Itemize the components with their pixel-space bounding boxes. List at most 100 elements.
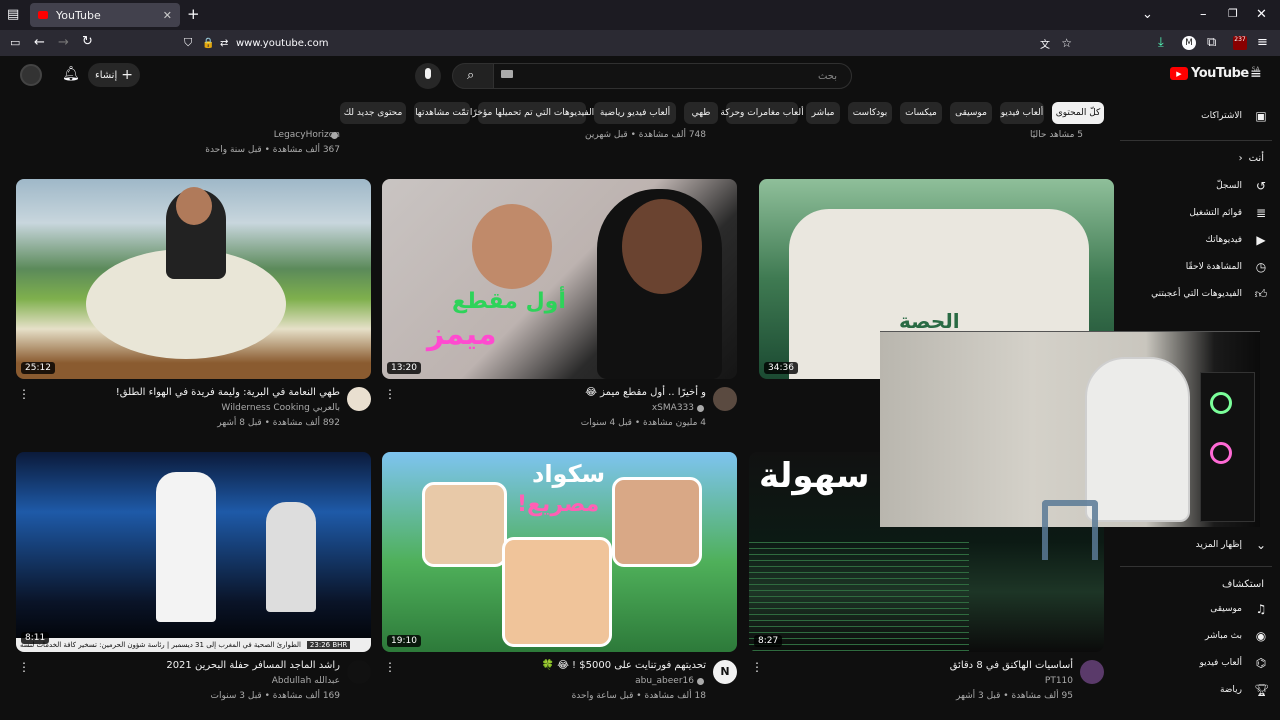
yt-logo-region: SA xyxy=(1251,66,1260,73)
search-button[interactable]: ⌕ xyxy=(452,63,494,89)
back-arrow-icon[interactable]: ← xyxy=(34,36,45,49)
video-channel-4[interactable]: Abdullah عبدالله xyxy=(272,676,340,686)
filter-chip-6[interactable]: مباشر xyxy=(806,102,840,124)
window-minimize-icon[interactable]: – xyxy=(1200,8,1207,21)
sidebar-item-label: رياضة xyxy=(1219,685,1242,695)
video-title-2[interactable]: و أخيرًا .. أول مقطع ميمز 😂 xyxy=(585,387,706,398)
url-text: www.youtube.com xyxy=(236,37,329,49)
sidebar-item-subscriptions[interactable]: الاشتراكات ▣ xyxy=(1128,104,1268,128)
channel-avatar-6[interactable] xyxy=(1080,660,1104,684)
filter-chip-1[interactable]: كلّ المحتوى xyxy=(1052,102,1104,124)
sidebar-item-explore-3[interactable]: ألعاب فيديو ⌬ xyxy=(1128,651,1268,675)
channel-avatar-1[interactable] xyxy=(347,387,371,411)
video-channel-5[interactable]: abu_abeer16 xyxy=(635,676,694,686)
sidebar-item-you-2[interactable]: قوائم التشغيل ≣ xyxy=(1128,201,1268,225)
sidebar-item-label: فيديوهاتك xyxy=(1205,235,1242,245)
url-bar[interactable]: ⛉ 🔒 ⇄ www.youtube.com 文 ☆ xyxy=(176,33,1086,53)
search-input[interactable]: بحث xyxy=(492,63,852,89)
video-channel-2[interactable]: xSMA333 xyxy=(652,403,694,413)
yt-logo-play-icon: ▶ xyxy=(1170,67,1188,80)
profile-icon[interactable]: M xyxy=(1182,36,1196,50)
forward-arrow-icon[interactable]: → xyxy=(58,36,69,49)
video-channel-1[interactable]: Wilderness Cooking بالعربي xyxy=(221,403,340,413)
show-more-button[interactable]: إظهار المزيد ⌄ xyxy=(1128,533,1268,557)
news-ticker: 23:26 BHR الطوارئ الصحية في المغرب إلى 3… xyxy=(16,638,371,652)
sidebar-item-you-1[interactable]: السجلّ ↺ xyxy=(1128,174,1268,198)
video-menu-icon-1[interactable]: ⋮ xyxy=(18,387,30,401)
yt-logo[interactable]: ▶ YouTube SA xyxy=(1170,66,1260,81)
video-thumbnail-1[interactable]: 25:12 xyxy=(16,179,371,379)
extensions-icon[interactable]: ⧉ xyxy=(1207,36,1216,49)
window-restore-icon[interactable]: ❐ xyxy=(1228,8,1238,19)
video-menu-icon-6[interactable]: ⋮ xyxy=(751,660,763,674)
video-thumbnail-5[interactable]: سكواد مصريع! 19:10 xyxy=(382,452,737,652)
sidebar-divider xyxy=(1120,140,1272,141)
filter-chip-4[interactable]: ميكسات xyxy=(900,102,942,124)
video-thumbnail-2[interactable]: أول مقطع ميمز 13:20 xyxy=(382,179,737,379)
keyboard-icon[interactable] xyxy=(501,70,513,78)
sidebar-item-you-5[interactable]: الفيديوهات التي أعجبتني 👍︎ xyxy=(1128,282,1268,306)
voice-search-button[interactable] xyxy=(415,63,441,89)
video-title-5[interactable]: تحديتهم فورتنايت على 5000$ ! 😂 🍀 xyxy=(542,660,706,671)
app-menu-icon[interactable]: ≡ xyxy=(1257,36,1268,49)
video-menu-icon-5[interactable]: ⋮ xyxy=(384,660,396,674)
video-meta-4: 169 ألف مشاهدة • قبل 3 سنوات xyxy=(210,691,340,701)
bookmark-star-icon[interactable]: ☆ xyxy=(1061,36,1072,50)
fan-light xyxy=(1210,392,1232,414)
sidebar-section-you[interactable]: › أنت xyxy=(1228,153,1264,164)
prev-row-meta-2: 748 ألف مشاهدة • قبل شهرين xyxy=(585,130,706,140)
filter-chip-8[interactable]: طهي xyxy=(684,102,718,124)
music-icon: ♫ xyxy=(1255,602,1267,616)
filter-chip-12[interactable]: محتوى جديد لك xyxy=(340,102,406,124)
webcam-overlay xyxy=(880,331,1260,527)
tab-overflow-chevron-icon[interactable]: ⌄ xyxy=(1142,8,1153,21)
new-tab-icon[interactable]: + xyxy=(187,7,200,22)
sidebar-item-label: الاشتراكات xyxy=(1201,111,1242,121)
translate-icon[interactable]: 文 xyxy=(1040,36,1050,51)
sidebar-item-label: السجلّ xyxy=(1216,181,1242,191)
plus-icon: + xyxy=(121,67,133,83)
reload-icon[interactable]: ↻ xyxy=(82,35,93,48)
video-thumbnail-4[interactable]: 23:26 BHR الطوارئ الصحية في المغرب إلى 3… xyxy=(16,452,371,652)
channel-avatar-4[interactable] xyxy=(347,660,371,684)
sidebar-item-you-4[interactable]: المشاهدة لاحقًا ◷ xyxy=(1128,255,1268,279)
filter-chip-9[interactable]: ألعاب فيديو رياضية xyxy=(594,102,676,124)
channel-avatar-2[interactable] xyxy=(713,387,737,411)
video-title-6[interactable]: أساسيات الهاكنق في 8 دقائق xyxy=(950,660,1073,671)
channel-avatar-5[interactable]: N xyxy=(713,660,737,684)
browser-tab-youtube[interactable]: YouTube ✕ xyxy=(30,3,180,27)
notifications-bell-icon[interactable]: 🔔︎ xyxy=(62,67,80,81)
video-title-1[interactable]: طهي النعامة في البرية: وليمة فريدة في ال… xyxy=(116,387,340,398)
sidebar-item-label: بث مباشر xyxy=(1205,631,1242,641)
filter-chip-10[interactable]: الفيديوهات التي تم تحميلها مؤخرًا xyxy=(470,102,594,124)
playlist-icon: ≣ xyxy=(1255,206,1267,220)
search-icon: ⌕ xyxy=(467,68,475,83)
filter-chip-7[interactable]: ألعاب مغامرات وحركة xyxy=(720,102,804,124)
sidebar-item-explore-4[interactable]: رياضة 🏆︎ xyxy=(1128,678,1269,702)
video-title-4[interactable]: راشد الماجد المسافر حفلة البحرين 2021 xyxy=(166,660,340,671)
shield-icon: ⛉ xyxy=(184,36,193,49)
sidebar-item-you-3[interactable]: فيديوهاتك ▶ xyxy=(1128,228,1268,252)
create-button[interactable]: إنشاء + xyxy=(88,63,140,87)
sidebar-item-explore-1[interactable]: موسيقى ♫ xyxy=(1128,597,1268,621)
account-avatar[interactable] xyxy=(20,64,42,86)
sidebar-toggle-icon[interactable]: ▭ xyxy=(10,37,20,48)
sidebar-item-explore-2[interactable]: بث مباشر ◉ xyxy=(1128,624,1268,648)
video-meta-2: 4 مليون مشاهدة • قبل 4 سنوات xyxy=(580,418,706,428)
filter-chip-3[interactable]: موسيقى xyxy=(950,102,992,124)
video-channel-6[interactable]: PT110 xyxy=(1045,676,1073,686)
video-duration: 34:36 xyxy=(764,362,798,374)
ublock-icon[interactable]: 237 xyxy=(1233,36,1247,50)
tab-list-icon[interactable]: ▤ xyxy=(7,8,19,21)
filter-chip-11[interactable]: تمّت مشاهدتها xyxy=(414,102,470,124)
window-close-icon[interactable]: ✕ xyxy=(1256,8,1267,21)
video-duration: 8:27 xyxy=(754,635,783,647)
ublock-badge: 237 xyxy=(1234,36,1246,43)
search-placeholder: بحث xyxy=(817,70,837,82)
video-menu-icon-2[interactable]: ⋮ xyxy=(384,387,396,401)
tab-close-icon[interactable]: ✕ xyxy=(163,9,172,22)
video-menu-icon-4[interactable]: ⋮ xyxy=(18,660,30,674)
filter-chip-2[interactable]: ألعاب فيديو xyxy=(1000,102,1044,124)
filter-chip-5[interactable]: بودكاست xyxy=(848,102,892,124)
downloads-icon[interactable]: ⤓ xyxy=(1158,36,1164,49)
